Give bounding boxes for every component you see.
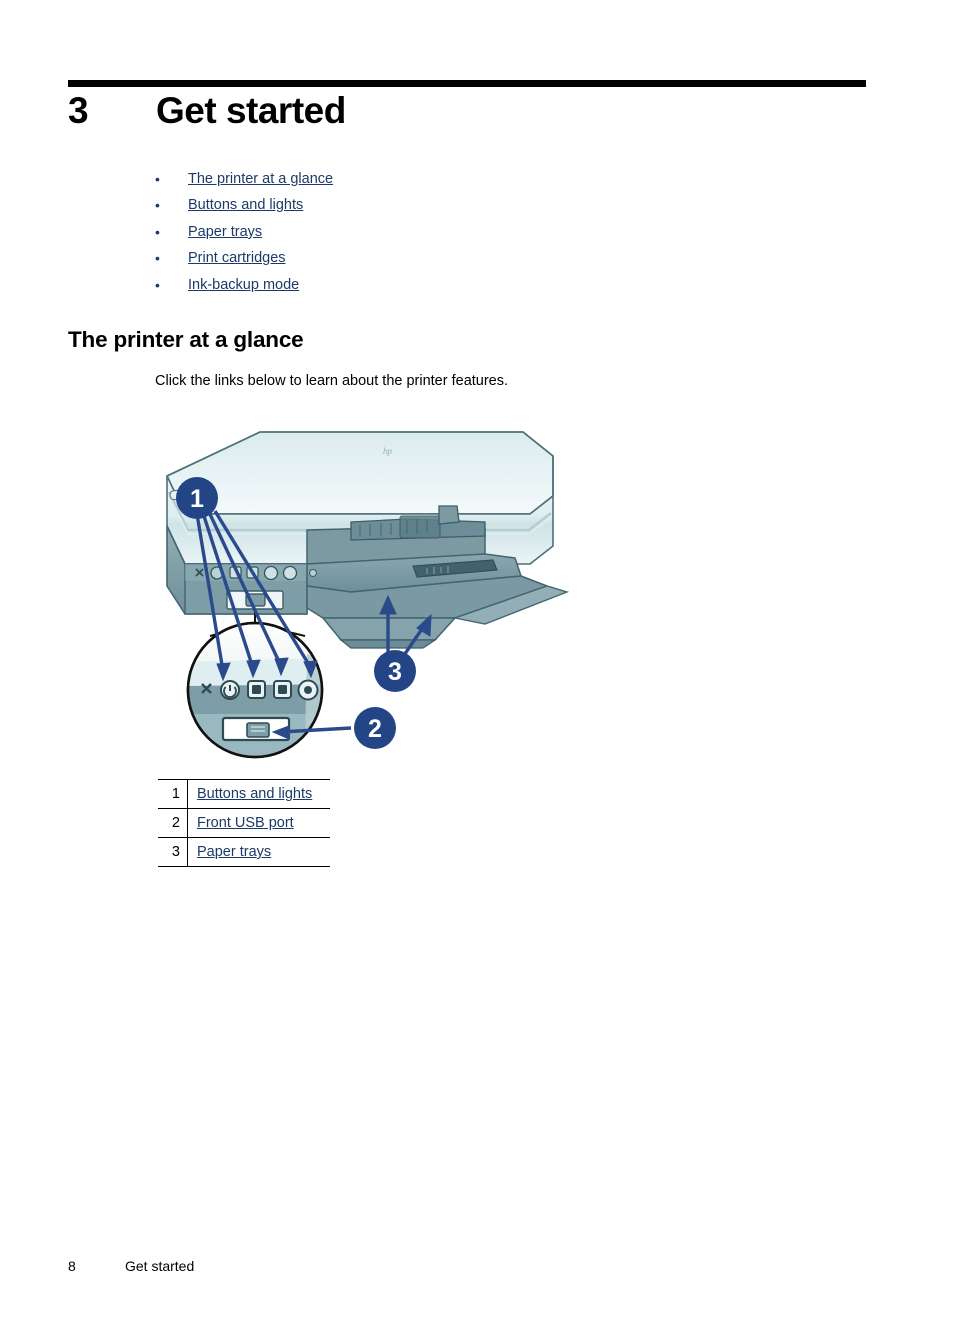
toc-item: • Paper trays — [155, 221, 755, 247]
bullet-icon: • — [155, 223, 160, 240]
toc-item: • The printer at a glance — [155, 168, 755, 194]
legend-link-buttons-and-lights[interactable]: Buttons and lights — [197, 786, 312, 802]
toc-link-ink-backup-mode[interactable]: Ink-backup mode — [188, 274, 299, 296]
table-row: 2 Front USB port — [158, 808, 330, 838]
bullet-icon: • — [155, 171, 160, 187]
section-heading: The printer at a glance — [68, 327, 304, 352]
illustration-legend-table: 1 Buttons and lights 2 Front USB port 3 … — [158, 779, 330, 867]
toc-item: • Buttons and lights — [155, 194, 755, 220]
callout-badge-3: 3 — [374, 650, 416, 692]
legend-link-front-usb-port[interactable]: Front USB port — [197, 815, 294, 831]
legend-number: 1 — [158, 779, 188, 809]
document-page: 3 Get started • The printer at a glance … — [0, 0, 954, 1321]
svg-text:1: 1 — [190, 485, 204, 513]
legend-number: 3 — [158, 837, 188, 867]
chapter-title: Get started — [156, 90, 346, 131]
printer-illustration: hp 1 2 3 — [155, 418, 595, 768]
footer-page-number: 8 — [68, 1258, 76, 1274]
toc-link-buttons-and-lights[interactable]: Buttons and lights — [188, 194, 303, 216]
svg-text:3: 3 — [388, 658, 402, 686]
bullet-icon: • — [155, 250, 160, 267]
toc-item: • Ink-backup mode — [155, 274, 755, 300]
legend-number: 2 — [158, 808, 188, 838]
section-body-text: Click the links below to learn about the… — [155, 373, 509, 389]
page-footer: 8 Get started — [68, 1258, 868, 1274]
footer-chapter-name: Get started — [125, 1258, 195, 1274]
table-row: 3 Paper trays — [158, 837, 330, 867]
callout-badge-2: 2 — [354, 707, 396, 749]
legend-label-cell: Buttons and lights — [187, 779, 330, 809]
chapter-number: 3 — [68, 90, 89, 131]
svg-text:2: 2 — [368, 715, 382, 743]
table-row: 1 Buttons and lights — [158, 779, 330, 809]
toc-link-printer-at-a-glance[interactable]: The printer at a glance — [188, 168, 333, 190]
toc-link-paper-trays[interactable]: Paper trays — [188, 221, 262, 243]
legend-label-cell: Front USB port — [187, 808, 330, 838]
chapter-toc-list: • The printer at a glance • Buttons and … — [155, 168, 755, 300]
callout-badge-1: 1 — [176, 477, 218, 519]
chapter-rule — [68, 80, 866, 87]
toc-link-print-cartridges[interactable]: Print cartridges — [188, 247, 286, 269]
bullet-icon: • — [155, 197, 160, 214]
chapter-heading: 3 Get started — [68, 92, 868, 129]
usb-light-icon — [325, 681, 344, 700]
hp-logo: hp — [383, 446, 393, 456]
legend-label-cell: Paper trays — [187, 837, 330, 867]
bullet-icon: • — [155, 276, 160, 293]
legend-link-paper-trays[interactable]: Paper trays — [197, 844, 271, 860]
toc-item: • Print cartridges — [155, 247, 755, 273]
